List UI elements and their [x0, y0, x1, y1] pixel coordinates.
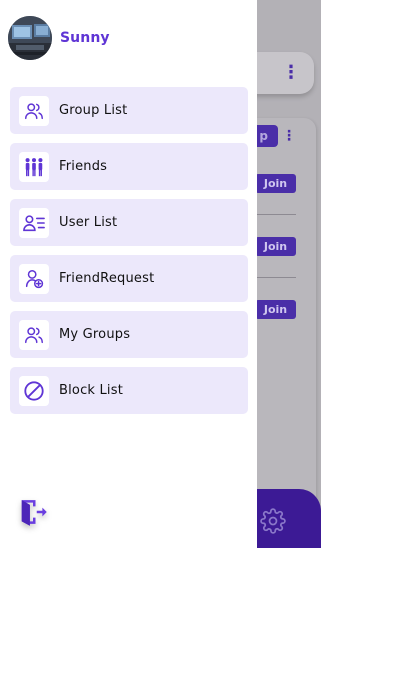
logout-button[interactable]: [16, 497, 50, 531]
join-button[interactable]: Join: [255, 174, 296, 193]
user-name: Sunny: [60, 30, 110, 46]
join-button[interactable]: Join: [255, 300, 296, 319]
block-icon: [19, 375, 49, 406]
menu-item-block-list[interactable]: Block List: [10, 367, 248, 414]
menu-item-friends[interactable]: Friends: [10, 143, 248, 190]
profile-header[interactable]: Sunny: [8, 16, 110, 60]
menu-item-group-list[interactable]: Group List: [10, 87, 248, 134]
menu-item-label: Friends: [59, 159, 108, 174]
users-icon: [19, 95, 49, 126]
logout-icon: [18, 497, 48, 531]
header-more-icon[interactable]: ⋮: [282, 62, 300, 84]
card-more-icon[interactable]: ⋮: [282, 126, 296, 146]
divider: [257, 277, 296, 278]
divider: [257, 214, 296, 215]
navigation-drawer: Sunny Group List Friends User List Frien…: [0, 0, 257, 548]
menu-item-label: Block List: [59, 383, 124, 398]
user-add-icon: [19, 263, 49, 294]
avatar[interactable]: [8, 16, 52, 60]
gear-icon[interactable]: [260, 508, 286, 538]
menu-item-my-groups[interactable]: My Groups: [10, 311, 248, 358]
join-button[interactable]: Join: [255, 237, 296, 256]
user-list-icon: [19, 207, 49, 238]
menu-item-friend-request[interactable]: FriendRequest: [10, 255, 248, 302]
people-group-icon: [19, 151, 49, 182]
menu-item-label: User List: [59, 215, 118, 230]
menu-item-user-list[interactable]: User List: [10, 199, 248, 246]
menu-item-label: Group List: [59, 103, 128, 118]
menu-item-label: My Groups: [59, 327, 131, 342]
menu-item-label: FriendRequest: [59, 271, 155, 286]
users-icon: [19, 319, 49, 350]
